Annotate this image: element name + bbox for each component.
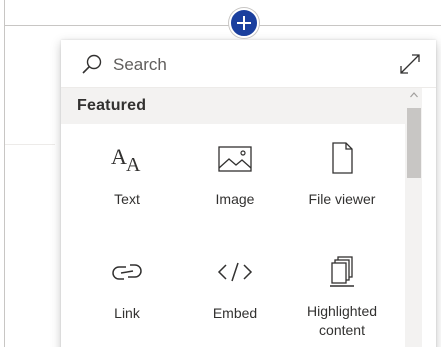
scroll-up-arrow-icon[interactable] — [410, 91, 418, 99]
web-part-label: Embed — [212, 305, 258, 321]
web-part-embed[interactable]: Embed — [185, 250, 285, 347]
toolbox-search-row — [61, 40, 436, 88]
expand-icon[interactable] — [399, 53, 421, 75]
link-icon — [112, 264, 142, 280]
search-icon — [82, 54, 102, 74]
web-part-text[interactable]: A A Text — [77, 136, 177, 236]
svg-text:A: A — [126, 154, 141, 176]
web-part-file-viewer[interactable]: File viewer — [292, 136, 392, 236]
web-part-label: Image — [215, 191, 255, 207]
section-divider-faint — [5, 144, 55, 145]
svg-text:A: A — [111, 144, 127, 169]
text-icon: A A — [111, 144, 141, 176]
web-part-label: Link — [114, 305, 140, 321]
embed-icon — [217, 262, 253, 282]
section-divider — [5, 25, 441, 26]
web-part-label: Highlighted content — [306, 303, 378, 338]
web-part-toolbox: Featured A A Text Image — [61, 40, 436, 347]
web-part-link[interactable]: Link — [77, 250, 177, 347]
web-part-image[interactable]: Image — [185, 136, 285, 236]
scrollbar-thumb[interactable] — [407, 108, 421, 178]
web-part-highlighted-content[interactable]: Highlighted content — [292, 250, 392, 347]
highlighted-content-icon — [330, 256, 354, 287]
add-section-button[interactable] — [229, 8, 259, 38]
web-part-label: File viewer — [308, 191, 376, 207]
search-input[interactable] — [113, 52, 383, 78]
featured-section-title: Featured — [61, 88, 405, 124]
web-part-label: Text — [114, 191, 140, 207]
file-viewer-icon — [332, 142, 353, 174]
plus-icon — [237, 16, 251, 30]
page-left-border — [4, 0, 5, 347]
image-icon — [218, 146, 252, 172]
